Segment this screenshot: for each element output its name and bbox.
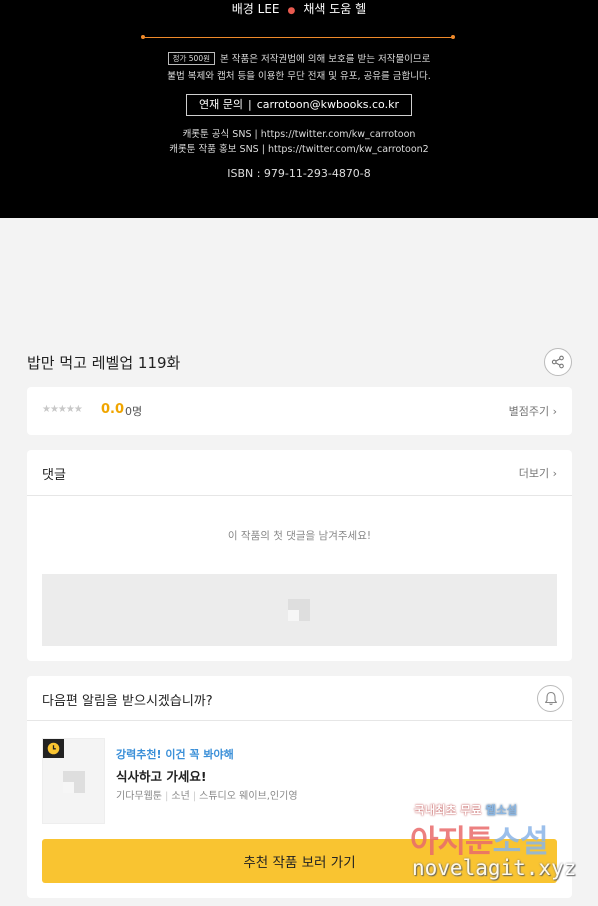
recommended-meta: 기다무웹툰 | 소년 | 스튜디오 웨이브,인기영: [116, 787, 298, 802]
divider-line: [141, 35, 455, 39]
image-placeholder-icon: [63, 771, 85, 793]
bell-icon: [544, 691, 557, 705]
recommended-thumbnail[interactable]: [42, 738, 105, 824]
contact-box: 연재 문의 | carrotoon@kwbooks.co.kr: [186, 94, 412, 116]
recommended-title[interactable]: 식사하고 가세요!: [116, 766, 207, 785]
notification-question: 다음편 알림을 받으시겠습니까?: [42, 694, 213, 709]
contact-separator: |: [248, 98, 252, 111]
notification-card: 다음편 알림을 받으시겠습니까? 강력추천! 이건 꼭 봐야해 식사하고 가세요…: [27, 676, 572, 898]
sns-promo: 캐롯툰 작품 홍보 SNS | https://twitter.com/kw_c…: [169, 144, 429, 155]
notification-header: 다음편 알림을 받으시겠습니까?: [27, 676, 572, 721]
episode-end-image: 배경 LEE ● 채색 도움 헬 정가 500원 본 작품은 저작권법에 의해 보호를…: [0, 0, 598, 218]
comments-card: 댓글 더보기 › 이 작품의 첫 댓글을 남겨주세요!: [27, 450, 572, 661]
rec-author: 스튜디오 웨이브,인기영: [199, 791, 298, 802]
copyright-notice: 정가 500원 본 작품은 저작권법에 의해 보호를 받는 저작물이므로 불법 복…: [0, 51, 598, 85]
notice-line-1: 본 작품은 저작권법에 의해 보호를 받는 저작물이므로: [220, 54, 431, 65]
rating-value: 0.0: [101, 402, 125, 417]
wait-free-badge: [43, 739, 64, 758]
episode-title-row: 밥만 먹고 레벨업 119화: [27, 348, 572, 378]
meta-separator: |: [192, 791, 197, 802]
comments-label: 댓글: [42, 468, 66, 483]
credit-background-artist: 배경 LEE: [231, 2, 280, 16]
notice-line-2: 불법 복제와 캡처 등을 이용한 무단 전재 및 유포, 공유를 금합니다.: [167, 71, 431, 82]
rating-card: ★★★★★ 0.0 0명 별점주기 ›: [27, 387, 572, 435]
episode-title: 밥만 먹고 레벨업 119화: [27, 354, 181, 372]
notification-bell-button[interactable]: [537, 685, 564, 712]
comments-more-link[interactable]: 더보기 ›: [519, 465, 557, 481]
rate-button[interactable]: 별점주기 ›: [509, 403, 557, 419]
sns-official: 캐롯툰 공식 SNS | https://twitter.com/kw_carr…: [182, 129, 416, 140]
credit-color-assist: 채색 도움 헬: [303, 2, 367, 16]
image-placeholder-icon: [288, 599, 310, 621]
isbn: ISBN : 979-11-293-4870-8: [227, 167, 371, 180]
comments-header: 댓글 더보기 ›: [27, 450, 572, 496]
price-tag: 정가 500원: [167, 52, 215, 65]
contact-label: 연재 문의: [199, 98, 243, 111]
sns-info: 캐롯툰 공식 SNS | https://twitter.com/kw_carr…: [0, 127, 598, 157]
rec-genre: 기다무웹툰: [116, 791, 162, 802]
view-recommended-button[interactable]: 추천 작품 보러 가기: [42, 839, 557, 883]
bullet-dot: ●: [287, 6, 296, 16]
comments-empty-message: 이 작품의 첫 댓글을 남겨주세요!: [227, 530, 372, 542]
comment-banner-placeholder[interactable]: [42, 574, 557, 646]
credits-line: 배경 LEE ● 채색 도움 헬: [0, 0, 598, 17]
meta-separator: |: [165, 791, 169, 802]
rating-count: 0명: [125, 405, 143, 418]
share-icon: [551, 355, 564, 369]
share-button[interactable]: [544, 348, 572, 376]
clock-icon: [47, 742, 60, 755]
contact-email: carrotoon@kwbooks.co.kr: [256, 98, 399, 111]
rec-category: 소년: [171, 791, 190, 802]
rating-stars: ★★★★★: [42, 404, 83, 415]
recommend-tag: 강력추천! 이건 꼭 봐야해: [116, 748, 234, 761]
